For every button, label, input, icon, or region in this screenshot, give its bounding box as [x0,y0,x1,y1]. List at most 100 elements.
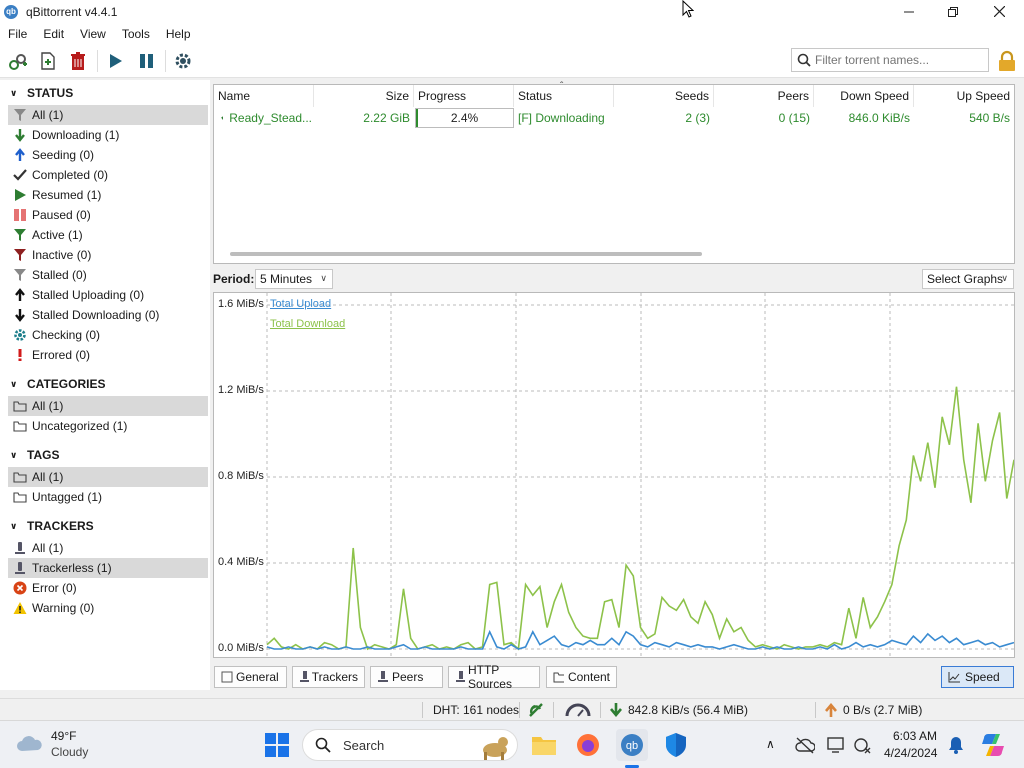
folder-icon [532,737,556,755]
status-stalled-downloading[interactable]: Stalled Downloading (0) [8,305,208,325]
tab-content[interactable]: Content [546,666,617,688]
status-inactive[interactable]: Inactive (0) [8,245,208,265]
mouse-cursor-icon [682,0,694,18]
menu-tools[interactable]: Tools [114,27,158,41]
category-all[interactable]: All (1) [8,396,208,416]
firefox-button[interactable] [572,729,604,761]
qbittorrent-taskbar-button[interactable]: qb [616,729,648,761]
add-torrent-link-button[interactable] [7,51,29,71]
column-header-seeds[interactable]: Seeds [614,85,714,107]
add-torrent-file-button[interactable] [37,51,59,71]
category-uncategorized[interactable]: Uncategorized (1) [8,416,208,436]
status-section-header[interactable]: ∨ STATUS [10,86,73,100]
delete-torrent-button[interactable] [67,51,89,71]
status-resumed[interactable]: Resumed (1) [8,185,208,205]
category-item-label: All (1) [32,399,64,413]
chevron-down-icon: ∨ [10,87,18,98]
column-header-down-speed[interactable]: Down Speed [814,85,914,107]
speed-tab-button[interactable]: Speed [941,666,1014,688]
minimize-icon [904,11,914,12]
taskbar-search-box[interactable]: Search [302,729,518,761]
tags-section-header[interactable]: ∨ TAGS [10,448,59,462]
status-errored[interactable]: Errored (0) [8,345,208,365]
status-item-label: Checking (0) [32,328,101,342]
warning-icon [12,600,28,616]
menu-file[interactable]: File [0,27,35,41]
pause-button[interactable] [135,51,157,71]
close-button[interactable] [976,0,1022,23]
maximize-button[interactable] [930,0,976,23]
status-seeding[interactable]: Seeding (0) [8,145,208,165]
column-header-up-speed[interactable]: Up Speed [914,85,1014,107]
tracker-icon [300,671,309,682]
connection-status-icon[interactable] [528,702,544,718]
trackers-section-header[interactable]: ∨ TRACKERS [10,519,94,533]
status-active[interactable]: Active (1) [8,225,208,245]
start-button[interactable] [261,729,293,761]
legend-total-upload[interactable]: Total Upload [270,298,331,310]
status-stalled-uploading[interactable]: Stalled Uploading (0) [8,285,208,305]
column-header-status[interactable]: Status [514,85,614,107]
categories-section-header[interactable]: ∨ CATEGORIES [10,377,105,391]
tracker-trackerless[interactable]: Trackerless (1) [8,558,208,578]
legend-total-download[interactable]: Total Download [270,318,345,330]
tracker-error[interactable]: Error (0) [8,578,208,598]
display-icon[interactable] [827,736,847,754]
speed-label: Speed [965,670,1000,684]
taskbar: 49°F Cloudy Search qb ∧ 6:03 AM 4/24/202… [0,720,1024,768]
resume-button[interactable] [104,51,126,71]
tag-all[interactable]: All (1) [8,467,208,487]
chevron-down-icon: ∨ [10,378,18,389]
cell-size: 2.22 GiB [363,111,410,125]
folder-icon [12,398,28,414]
clock-date[interactable]: 4/24/2024 [884,746,937,760]
cloud-off-icon[interactable] [795,736,815,754]
options-button[interactable] [172,51,194,71]
network-icon[interactable] [853,736,873,754]
search-input[interactable] [815,53,985,67]
status-all[interactable]: All (1) [8,105,208,125]
status-stalled[interactable]: Stalled (0) [8,265,208,285]
menu-edit[interactable]: Edit [35,27,72,41]
tab-general[interactable]: General [214,666,287,688]
chevron-up-icon[interactable]: ∧ [766,737,775,751]
search-field[interactable] [791,48,989,72]
menu-view[interactable]: View [72,27,114,41]
period-select[interactable]: 5 Minutes ∨ [255,269,333,289]
column-header-peers[interactable]: Peers [714,85,814,107]
period-row: Period: 5 Minutes ∨ Select Graphs ∨ [213,268,1015,290]
windows-security-button[interactable] [660,729,692,761]
progress-text: 2.4% [450,111,479,125]
status-completed[interactable]: Completed (0) [8,165,208,185]
copilot-icon[interactable] [980,732,1006,758]
status-downloading[interactable]: Downloading (1) [8,125,208,145]
weather-temperature: 49°F [51,729,77,743]
column-header-progress[interactable]: Progress [414,85,514,107]
lock-icon[interactable] [996,50,1018,72]
search-placeholder: Search [343,737,385,753]
menu-help[interactable]: Help [158,27,199,41]
select-graphs-label: Select Graphs [927,272,1004,286]
speed-limit-icon[interactable] [565,703,591,717]
tracker-all[interactable]: All (1) [8,538,208,558]
status-checking[interactable]: Checking (0) [8,325,208,345]
tab-peers[interactable]: Peers [370,666,443,688]
y-axis-label: 0.0 MiB/s [218,642,264,654]
select-graphs-dropdown[interactable]: Select Graphs ∨ [922,269,1014,289]
tab-http-sources[interactable]: HTTP Sources [448,663,540,691]
file-explorer-button[interactable] [528,729,560,761]
tag-untagged[interactable]: Untagged (1) [8,487,208,507]
folder-icon [12,418,28,434]
minimize-button[interactable] [886,0,932,23]
chevron-down-icon: ∨ [1001,273,1008,283]
clock-time[interactable]: 6:03 AM [893,729,937,743]
tab-trackers[interactable]: Trackers [292,666,365,688]
status-paused[interactable]: Paused (0) [8,205,208,225]
tracker-warning[interactable]: Warning (0) [8,598,208,618]
torrent-table[interactable]: Name Size Progress Status ˆ Seeds Peers … [213,81,1015,264]
horizontal-scrollbar[interactable] [230,252,702,256]
notification-bell-icon[interactable] [948,736,964,754]
column-header-size[interactable]: Size [314,85,414,107]
column-header-name[interactable]: Name [214,85,314,107]
weather-widget[interactable]: 49°F Cloudy [16,729,106,761]
